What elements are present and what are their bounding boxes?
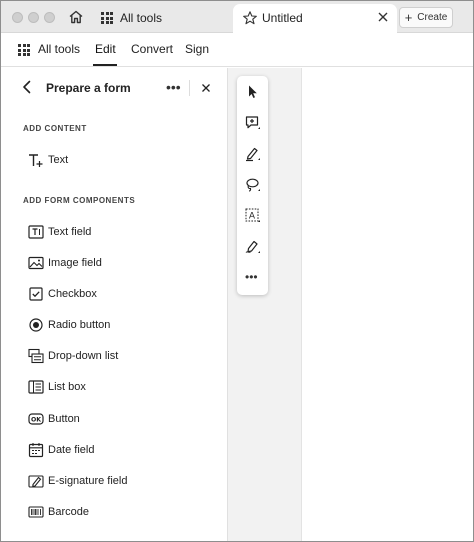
list-box-icon	[28, 379, 44, 395]
tab-untitled[interactable]: Untitled	[233, 4, 397, 33]
tool-item-list-box[interactable]: List box	[1, 373, 227, 401]
dropdown-list-icon	[28, 348, 44, 364]
tool-item-text-field[interactable]: Text field	[1, 218, 227, 246]
tool-item-label: Image field	[48, 257, 102, 269]
section-add-content: ADD CONTENT	[23, 124, 87, 133]
button-ok-icon: OK	[28, 411, 44, 427]
floating-toolbar: A •••	[237, 76, 268, 295]
create-button[interactable]: + Create	[399, 7, 453, 28]
checkbox-icon	[28, 286, 44, 302]
menu-convert[interactable]: Convert	[131, 42, 173, 56]
svg-text:A: A	[249, 212, 256, 222]
tab-all-tools[interactable]: All tools	[101, 9, 162, 27]
tool-item-checkbox[interactable]: Checkbox	[1, 280, 227, 308]
highlight-pen-icon[interactable]	[244, 145, 261, 162]
tab-bar: All tools Untitled + Create	[1, 1, 473, 33]
home-icon[interactable]	[67, 8, 85, 26]
close-tab-icon[interactable]	[377, 11, 389, 23]
tool-item-label: Date field	[48, 444, 95, 456]
add-comment-icon[interactable]	[244, 114, 261, 131]
menu-bar: All tools Edit Convert Sign	[1, 33, 473, 67]
sign-pen-icon[interactable]	[244, 238, 261, 255]
svg-text:OK: OK	[31, 417, 41, 424]
app-window: All tools Untitled + Create All tools Ed…	[0, 0, 474, 542]
tool-item-dropdown-list[interactable]: Drop-down list	[1, 342, 227, 370]
window-zoom-dot[interactable]	[44, 12, 55, 23]
create-button-label: Create	[417, 12, 448, 23]
tool-item-label: Barcode	[48, 506, 89, 518]
tool-item-radio-button[interactable]: Radio button	[1, 311, 227, 339]
date-field-icon	[28, 442, 44, 458]
select-pointer-icon[interactable]	[244, 83, 261, 100]
tool-item-label: Checkbox	[48, 288, 97, 300]
star-icon[interactable]	[242, 10, 258, 26]
tool-item-label: Drop-down list	[48, 350, 119, 362]
text-box-select-icon[interactable]: A	[244, 207, 261, 224]
document-page[interactable]	[302, 68, 473, 541]
radio-button-icon	[28, 317, 44, 333]
tool-item-label: Radio button	[48, 319, 111, 331]
menu-sign[interactable]: Sign	[185, 42, 209, 56]
back-arrow-icon[interactable]	[21, 80, 33, 94]
panel-header: Prepare a form •••	[1, 68, 228, 108]
tool-item-label: Text field	[48, 226, 92, 238]
tool-item-barcode[interactable]: Barcode	[1, 498, 227, 526]
tool-item-text[interactable]: Text	[1, 146, 227, 174]
tool-item-label: E-signature field	[48, 475, 128, 487]
panel-title: Prepare a form	[46, 81, 131, 95]
prepare-form-panel: Prepare a form ••• ADD CONTENT Text ADD …	[1, 68, 228, 541]
menu-all-tools[interactable]: All tools	[38, 42, 80, 56]
window-minimize-dot[interactable]	[28, 12, 39, 23]
tool-item-label: List box	[48, 381, 86, 393]
tool-item-label: Button	[48, 413, 80, 425]
header-divider	[189, 80, 190, 96]
tool-item-image-field[interactable]: Image field	[1, 249, 227, 277]
text-field-icon	[28, 224, 44, 240]
window-close-dot[interactable]	[12, 12, 23, 23]
image-field-icon	[28, 255, 44, 271]
apps-grid-icon[interactable]	[18, 44, 30, 56]
section-add-form-components: ADD FORM COMPONENTS	[23, 196, 136, 205]
more-tools-icon[interactable]: •••	[245, 271, 258, 283]
barcode-icon	[28, 504, 44, 520]
menu-edit[interactable]: Edit	[95, 42, 116, 56]
tab-all-tools-label: All tools	[120, 11, 163, 25]
close-panel-icon[interactable]	[200, 82, 212, 94]
add-text-icon	[28, 152, 44, 168]
esignature-icon	[28, 473, 44, 489]
active-menu-indicator	[93, 64, 117, 66]
plus-icon: +	[404, 9, 413, 25]
tool-item-label: Text	[48, 154, 69, 166]
tool-item-date-field[interactable]: Date field	[1, 436, 227, 464]
tool-item-button[interactable]: OK Button	[1, 405, 227, 433]
apps-grid-icon	[101, 12, 113, 24]
tool-item-esignature-field[interactable]: E-signature field	[1, 467, 227, 495]
more-options-icon[interactable]: •••	[166, 79, 181, 95]
tab-title: Untitled	[262, 11, 303, 25]
lasso-draw-icon[interactable]	[244, 176, 261, 193]
